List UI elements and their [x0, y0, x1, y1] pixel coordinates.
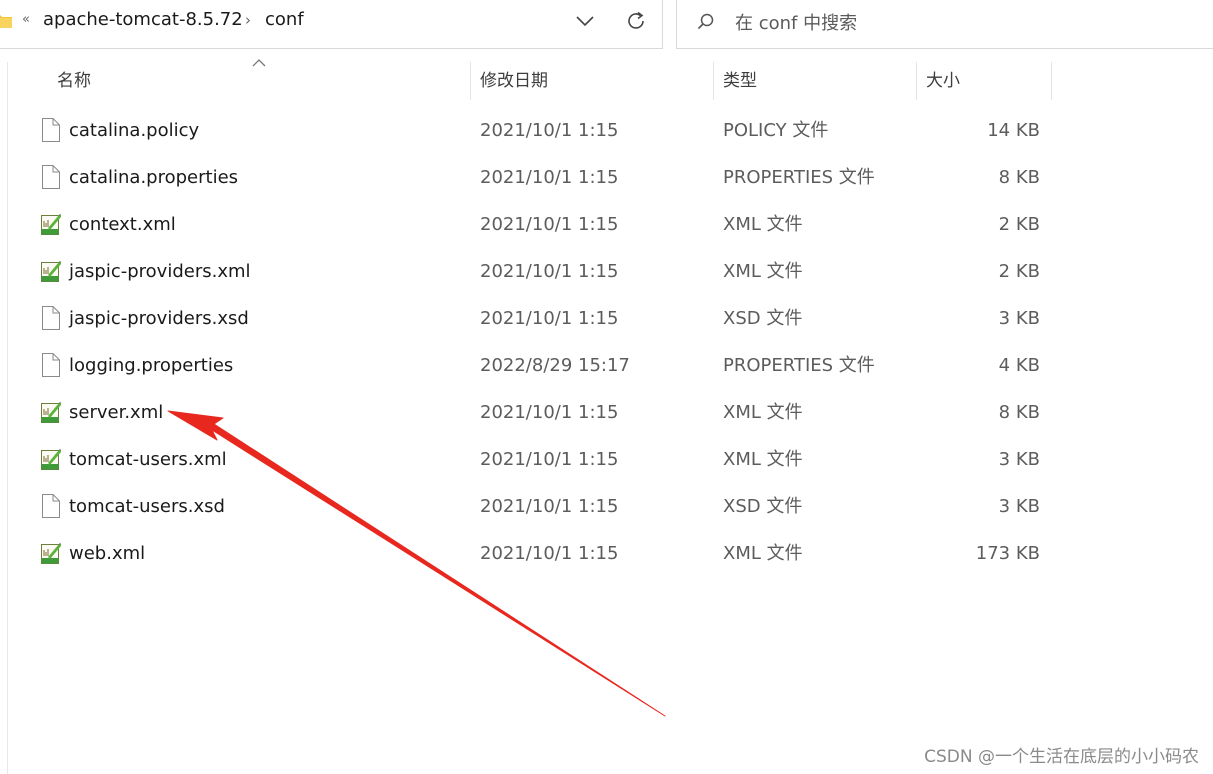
file-date: 2021/10/1 1:15 [480, 308, 619, 329]
file-name: tomcat-users.xsd [69, 496, 225, 517]
xml-file-icon [40, 400, 61, 424]
file-date: 2021/10/1 1:15 [480, 214, 619, 235]
file-size: 2 KB [998, 261, 1040, 282]
file-date: 2021/10/1 1:15 [480, 449, 619, 470]
file-size: 173 KB [975, 543, 1040, 564]
column-header-name[interactable]: 名称 [57, 62, 91, 100]
title-bar: « apache-tomcat-8.5.72 › conf [0, 0, 1213, 50]
file-type: XML 文件 [723, 214, 803, 235]
file-name: catalina.properties [69, 167, 239, 188]
folder-icon [0, 15, 12, 28]
file-size: 8 KB [998, 167, 1040, 188]
file-icon [40, 118, 61, 142]
file-row[interactable]: catalina.policy 2021/10/1 1:15 POLICY 文件… [30, 108, 1050, 154]
file-name: catalina.policy [69, 120, 200, 141]
file-size: 3 KB [998, 449, 1040, 470]
file-name: context.xml [69, 214, 176, 235]
column-divider[interactable] [916, 62, 917, 100]
file-type: XSD 文件 [723, 496, 803, 517]
sort-ascending-icon [252, 59, 266, 67]
file-size: 8 KB [998, 402, 1040, 423]
column-divider[interactable] [470, 62, 471, 100]
file-size: 2 KB [998, 214, 1040, 235]
file-icon [40, 353, 61, 377]
file-date: 2021/10/1 1:15 [480, 496, 619, 517]
file-icon [40, 306, 61, 330]
file-size: 4 KB [998, 355, 1040, 376]
xml-file-icon [40, 541, 61, 565]
file-name: server.xml [69, 402, 164, 423]
address-bar[interactable]: « apache-tomcat-8.5.72 › conf [0, 0, 663, 49]
file-type: XML 文件 [723, 402, 803, 423]
file-date: 2021/10/1 1:15 [480, 543, 619, 564]
file-name: web.xml [69, 543, 146, 564]
file-row[interactable]: catalina.properties 2021/10/1 1:15 PROPE… [30, 155, 1050, 201]
file-row[interactable]: tomcat-users.xsd 2021/10/1 1:15 XSD 文件 3… [30, 484, 1050, 530]
file-row[interactable]: jaspic-providers.xml 2021/10/1 1:15 XML … [30, 249, 1050, 295]
file-type: POLICY 文件 [723, 120, 829, 141]
breadcrumb-separator[interactable]: › [245, 11, 251, 29]
file-row[interactable]: context.xml 2021/10/1 1:15 XML 文件 2 KB [30, 202, 1050, 248]
file-name: tomcat-users.xml [69, 449, 227, 470]
xml-file-icon [40, 212, 61, 236]
file-size: 3 KB [998, 308, 1040, 329]
breadcrumb-tomcat[interactable]: apache-tomcat-8.5.72 [43, 9, 243, 30]
file-name: jaspic-providers.xsd [69, 308, 249, 329]
file-date: 2021/10/1 1:15 [480, 402, 619, 423]
file-type: XML 文件 [723, 543, 803, 564]
file-name: jaspic-providers.xml [69, 261, 251, 282]
file-date: 2021/10/1 1:15 [480, 120, 619, 141]
file-size: 14 KB [987, 120, 1040, 141]
breadcrumb-conf[interactable]: conf [265, 9, 304, 30]
xml-file-icon [40, 259, 61, 283]
refresh-icon[interactable] [625, 10, 647, 32]
breadcrumb-overflow[interactable]: « [22, 12, 30, 27]
search-input[interactable] [735, 9, 1195, 37]
file-icon [40, 494, 61, 518]
file-type: XSD 文件 [723, 308, 803, 329]
column-header-type[interactable]: 类型 [723, 62, 757, 100]
file-row[interactable]: logging.properties 2022/8/29 15:17 PROPE… [30, 343, 1050, 389]
search-icon [697, 13, 714, 30]
file-date: 2022/8/29 15:17 [480, 355, 630, 376]
watermark: CSDN @一个生活在底层的小小码农 [924, 747, 1199, 767]
file-row[interactable]: server.xml 2021/10/1 1:15 XML 文件 8 KB [30, 390, 1050, 436]
column-header-size[interactable]: 大小 [926, 62, 960, 100]
file-type: PROPERTIES 文件 [723, 355, 875, 376]
file-row[interactable]: jaspic-providers.xsd 2021/10/1 1:15 XSD … [30, 296, 1050, 342]
xml-file-icon [40, 447, 61, 471]
file-type: XML 文件 [723, 261, 803, 282]
search-box[interactable] [676, 0, 1213, 49]
file-date: 2021/10/1 1:15 [480, 167, 619, 188]
file-type: PROPERTIES 文件 [723, 167, 875, 188]
file-icon [40, 165, 61, 189]
file-row[interactable]: web.xml 2021/10/1 1:15 XML 文件 173 KB [30, 531, 1050, 577]
file-size: 3 KB [998, 496, 1040, 517]
column-divider[interactable] [1051, 62, 1052, 100]
file-type: XML 文件 [723, 449, 803, 470]
file-row[interactable]: tomcat-users.xml 2021/10/1 1:15 XML 文件 3… [30, 437, 1050, 483]
file-name: logging.properties [69, 355, 234, 376]
column-divider[interactable] [713, 62, 714, 100]
chevron-down-icon[interactable] [575, 12, 595, 30]
column-header-date[interactable]: 修改日期 [480, 62, 548, 100]
navigation-pane-edge [0, 62, 8, 774]
file-date: 2021/10/1 1:15 [480, 261, 619, 282]
